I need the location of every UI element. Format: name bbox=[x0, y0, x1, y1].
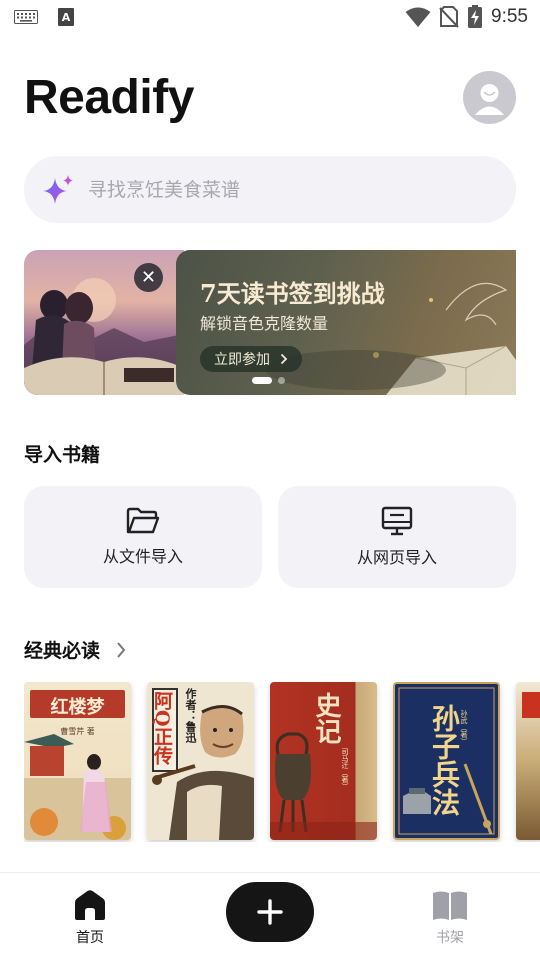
join-now-label: 立即参加 bbox=[214, 352, 270, 368]
chevron-right-icon bbox=[117, 641, 126, 658]
keyboard-icon bbox=[14, 10, 38, 24]
book-cover-art bbox=[24, 734, 131, 840]
book-cover-art bbox=[152, 705, 254, 840]
book-cover-art bbox=[270, 732, 377, 840]
no-sim-icon bbox=[439, 6, 459, 28]
import-from-file-label: 从文件导入 bbox=[102, 547, 183, 566]
import-from-web-button[interactable]: 从网页导入 bbox=[278, 486, 516, 588]
book-cover-author: 孙武（著） bbox=[460, 710, 468, 745]
book-card[interactable]: 红楼梦 曹雪芹 著 bbox=[24, 682, 131, 840]
clock: 9:55 bbox=[491, 6, 528, 27]
battery-charging-icon bbox=[468, 5, 483, 28]
banner-title: 7天读书签到挑战 bbox=[200, 279, 385, 308]
add-button[interactable] bbox=[226, 882, 314, 942]
nav-home-label: 首页 bbox=[76, 930, 104, 946]
home-icon bbox=[75, 890, 105, 920]
book-open-icon bbox=[433, 891, 467, 920]
wifi-icon bbox=[405, 7, 431, 27]
app-title: Readify bbox=[24, 71, 194, 124]
nav-bookshelf-label: 书架 bbox=[436, 930, 464, 946]
a-icon: A bbox=[58, 8, 74, 26]
bottom-nav: 首页 书架 bbox=[0, 872, 540, 960]
close-icon: ✕ bbox=[140, 267, 157, 288]
search-bar[interactable] bbox=[24, 156, 516, 223]
banner-slide-current[interactable]: 7天读书签到挑战 解锁音色克隆数量 立即参加 bbox=[176, 250, 516, 395]
import-section-title: 导入书籍 bbox=[24, 444, 101, 466]
folder-open-icon bbox=[126, 507, 160, 534]
monitor-icon bbox=[381, 506, 413, 536]
status-bar: A 9:55 bbox=[0, 0, 540, 36]
classics-section-header[interactable]: 经典必读 bbox=[24, 636, 126, 663]
cover-title-banner bbox=[522, 692, 540, 718]
carousel-dot-active bbox=[252, 377, 272, 384]
banner-subtitle: 解锁音色克隆数量 bbox=[200, 314, 329, 333]
search-input[interactable] bbox=[88, 178, 468, 201]
import-from-web-label: 从网页导入 bbox=[356, 548, 437, 567]
carousel-dot bbox=[278, 377, 285, 384]
carousel-indicator bbox=[252, 377, 285, 384]
sparkle-icon bbox=[43, 174, 73, 204]
book-card-partial[interactable] bbox=[516, 682, 540, 840]
plus-icon bbox=[257, 899, 283, 925]
banner-close-button[interactable]: ✕ bbox=[134, 263, 163, 292]
book-cover-title: 孙子兵法 bbox=[428, 704, 461, 816]
book-card[interactable]: 史记 司马迁（著） bbox=[270, 682, 377, 840]
avatar[interactable] bbox=[463, 71, 516, 124]
book-card[interactable]: 阿Q正传 作者：鲁迅 bbox=[147, 682, 254, 840]
avatar-icon bbox=[475, 84, 504, 115]
join-now-button[interactable]: 立即参加 bbox=[200, 346, 302, 372]
import-from-file-button[interactable]: 从文件导入 bbox=[24, 486, 262, 588]
chevron-right-icon bbox=[280, 353, 288, 365]
classics-book-list: 红楼梦 曹雪芹 著 阿Q正传 作者：鲁迅 史记 司马迁（著） 孙子兵法 孙武（著… bbox=[24, 682, 540, 842]
classics-section-title: 经典必读 bbox=[24, 640, 101, 662]
nav-bookshelf[interactable]: 书架 bbox=[410, 889, 490, 947]
nav-home[interactable]: 首页 bbox=[50, 889, 130, 947]
book-card[interactable]: 孙子兵法 孙武（著） bbox=[393, 682, 500, 840]
